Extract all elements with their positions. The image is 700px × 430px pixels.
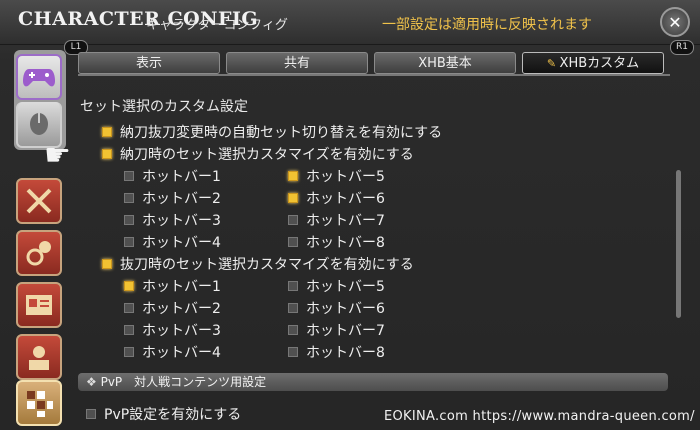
gamepad-icon[interactable] bbox=[16, 54, 62, 100]
hotbar-label: ホットバー1 bbox=[142, 169, 221, 185]
hotbar-label: ホットバー8 bbox=[306, 235, 385, 251]
checkbox[interactable] bbox=[124, 215, 134, 225]
hotbar-label: ホットバー3 bbox=[142, 323, 221, 339]
checkbox[interactable] bbox=[288, 303, 298, 313]
drawn-hotbar-2[interactable]: ホットバー2 bbox=[124, 298, 221, 318]
pvp-enable-option[interactable]: PvP設定を有効にする bbox=[86, 404, 241, 424]
sheathed-hotbar-2[interactable]: ホットバー2 bbox=[124, 188, 221, 208]
hotbar-label: ホットバー6 bbox=[306, 191, 385, 207]
r1-button-hint: R1 bbox=[670, 40, 694, 55]
checkbox[interactable] bbox=[124, 325, 134, 335]
tab-bar: 表示 共有 XHB基本 XHBカスタム bbox=[78, 52, 670, 74]
sheathed-hotbar-1[interactable]: ホットバー1 bbox=[124, 166, 221, 186]
hotbar-label: ホットバー4 bbox=[142, 345, 221, 361]
tab-display[interactable]: 表示 bbox=[78, 52, 220, 74]
drawn-hotbar-5[interactable]: ホットバー5 bbox=[288, 276, 385, 296]
title-bar: CHARACTER CONFIG キャラクターコンフィグ 一部設定は適用時に反映… bbox=[0, 0, 700, 45]
checkbox[interactable] bbox=[288, 325, 298, 335]
option-label: PvP設定を有効にする bbox=[104, 407, 242, 423]
scrollbar[interactable] bbox=[676, 170, 681, 318]
hotbar-label: ホットバー2 bbox=[142, 301, 221, 317]
close-icon[interactable]: ✕ bbox=[660, 7, 690, 37]
id-card-icon[interactable] bbox=[16, 282, 62, 328]
apply-notice: 一部設定は適用時に反映されます bbox=[382, 17, 592, 33]
checkbox[interactable] bbox=[288, 215, 298, 225]
drawn-custom-option[interactable]: 抜刀時のセット選択カスタマイズを有効にする bbox=[102, 254, 414, 274]
hotbar-label: ホットバー2 bbox=[142, 191, 221, 207]
pvp-section-header[interactable]: ❖ PvP 対人戦コンテンツ用設定 bbox=[78, 373, 668, 391]
hotbar-label: ホットバー5 bbox=[306, 279, 385, 295]
checkbox[interactable] bbox=[124, 171, 134, 181]
hotbar-label: ホットバー1 bbox=[142, 279, 221, 295]
settings-panel: セット選択のカスタム設定 納刀抜刀変更時の自動セット切り替えを有効にする 納刀時… bbox=[78, 80, 681, 430]
watermark: EOKINA.com https://www.mandra-queen.com/ bbox=[384, 409, 695, 424]
checkbox[interactable] bbox=[124, 237, 134, 247]
diamond-bullet-icon: ❖ bbox=[86, 375, 97, 389]
hotbar-label: ホットバー3 bbox=[142, 213, 221, 229]
checkbox[interactable] bbox=[124, 281, 134, 291]
drawn-hotbar-1[interactable]: ホットバー1 bbox=[124, 276, 221, 296]
item-gear-icon[interactable] bbox=[16, 230, 62, 276]
sheathed-hotbar-8[interactable]: ホットバー8 bbox=[288, 232, 385, 252]
sheathed-hotbar-4[interactable]: ホットバー4 bbox=[124, 232, 221, 252]
drawn-hotbar-7[interactable]: ホットバー7 bbox=[288, 320, 385, 340]
checkbox[interactable] bbox=[288, 171, 298, 181]
crossed-swords-icon[interactable] bbox=[16, 178, 62, 224]
tab-divider bbox=[78, 74, 670, 76]
checkbox[interactable] bbox=[86, 409, 96, 419]
option-label: 抜刀時のセット選択カスタマイズを有効にする bbox=[120, 257, 414, 273]
sheathed-hotbar-5[interactable]: ホットバー5 bbox=[288, 166, 385, 186]
option-label: 納刀抜刀変更時の自動セット切り替えを有効にする bbox=[120, 125, 443, 141]
category-sidebar bbox=[10, 48, 70, 430]
sheathed-hotbar-3[interactable]: ホットバー3 bbox=[124, 210, 221, 230]
hotbar-label: ホットバー7 bbox=[306, 213, 385, 229]
checkbox[interactable] bbox=[124, 193, 134, 203]
sheathed-hotbar-7[interactable]: ホットバー7 bbox=[288, 210, 385, 230]
checkbox[interactable] bbox=[288, 281, 298, 291]
checkbox[interactable] bbox=[288, 193, 298, 203]
checkbox[interactable] bbox=[288, 347, 298, 357]
character-config-window: CHARACTER CONFIG キャラクターコンフィグ 一部設定は適用時に反映… bbox=[0, 0, 700, 430]
section-title: セット選択のカスタム設定 bbox=[80, 99, 248, 115]
checkbox[interactable] bbox=[102, 127, 112, 137]
window-subtitle: キャラクターコンフィグ bbox=[146, 18, 288, 33]
hotbar-label: ホットバー5 bbox=[306, 169, 385, 185]
drawn-hotbar-6[interactable]: ホットバー6 bbox=[288, 298, 385, 318]
checkbox[interactable] bbox=[124, 303, 134, 313]
hotbar-label: ホットバー7 bbox=[306, 323, 385, 339]
character-icon[interactable] bbox=[16, 334, 62, 380]
checkbox[interactable] bbox=[288, 237, 298, 247]
sheathed-hotbar-6[interactable]: ホットバー6 bbox=[288, 188, 385, 208]
hand-cursor-icon: ☛ bbox=[44, 138, 71, 173]
hotbar-label: ホットバー8 bbox=[306, 345, 385, 361]
option-label: 納刀時のセット選択カスタマイズを有効にする bbox=[120, 147, 414, 163]
drawn-hotbar-8[interactable]: ホットバー8 bbox=[288, 342, 385, 362]
hotbar-label: ホットバー6 bbox=[306, 301, 385, 317]
checkbox[interactable] bbox=[124, 347, 134, 357]
tab-xhb-basic[interactable]: XHB基本 bbox=[374, 52, 516, 74]
checkbox[interactable] bbox=[102, 149, 112, 159]
tab-xhb-custom[interactable]: XHBカスタム bbox=[522, 52, 664, 74]
drawn-hotbar-3[interactable]: ホットバー3 bbox=[124, 320, 221, 340]
drawn-hotbar-4[interactable]: ホットバー4 bbox=[124, 342, 221, 362]
sheathed-custom-option[interactable]: 納刀時のセット選択カスタマイズを有効にする bbox=[102, 144, 414, 164]
checkbox[interactable] bbox=[102, 259, 112, 269]
hotbar-icon[interactable] bbox=[16, 380, 62, 426]
auto-switch-option[interactable]: 納刀抜刀変更時の自動セット切り替えを有効にする bbox=[102, 122, 442, 142]
tab-shared[interactable]: 共有 bbox=[226, 52, 368, 74]
pvp-header-label: PvP 対人戦コンテンツ用設定 bbox=[100, 375, 267, 389]
hotbar-label: ホットバー4 bbox=[142, 235, 221, 251]
